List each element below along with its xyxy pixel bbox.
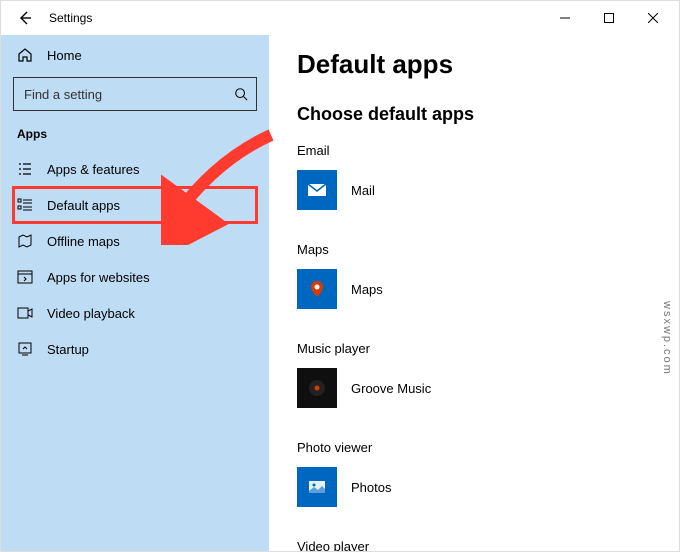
default-app-category-maps: Maps Maps <box>297 242 651 329</box>
mail-icon <box>297 170 337 210</box>
sidebar-item-label: Startup <box>47 342 89 357</box>
page-subheading: Choose default apps <box>297 104 651 125</box>
back-button[interactable] <box>5 1 45 35</box>
app-name: Mail <box>351 183 375 198</box>
window-title: Settings <box>49 11 92 25</box>
minimize-icon <box>560 13 570 23</box>
sidebar-item-label: Default apps <box>47 198 120 213</box>
back-arrow-icon <box>17 10 33 26</box>
default-app-category-photo: Photo viewer Photos <box>297 440 651 527</box>
minimize-button[interactable] <box>543 1 587 35</box>
maximize-icon <box>604 13 614 23</box>
default-app-category-video: Video player Films & TV <box>297 539 651 551</box>
sidebar-item-apps-features[interactable]: Apps & features <box>13 151 257 187</box>
startup-icon <box>17 341 33 357</box>
watermark: wsxwp.com <box>661 301 673 376</box>
sidebar-item-startup[interactable]: Startup <box>13 331 257 367</box>
titlebar: Settings <box>1 1 679 35</box>
main-content: Default apps Choose default apps Email M… <box>269 35 679 551</box>
category-label: Music player <box>297 341 651 356</box>
app-name: Maps <box>351 282 383 297</box>
close-button[interactable] <box>631 1 675 35</box>
category-label: Maps <box>297 242 651 257</box>
default-app-category-music: Music player Groove Music <box>297 341 651 428</box>
maximize-button[interactable] <box>587 1 631 35</box>
sidebar-item-label: Video playback <box>47 306 135 321</box>
category-label: Email <box>297 143 651 158</box>
home-icon <box>17 47 33 63</box>
app-name: Photos <box>351 480 391 495</box>
close-icon <box>648 13 658 23</box>
app-tile-mail[interactable]: Mail <box>297 168 651 230</box>
app-name: Groove Music <box>351 381 431 396</box>
apps-websites-icon <box>17 269 33 285</box>
sidebar-section-header: Apps <box>13 127 257 151</box>
sidebar-home[interactable]: Home <box>13 41 257 73</box>
default-app-category-email: Email Mail <box>297 143 651 230</box>
category-label: Photo viewer <box>297 440 651 455</box>
photos-icon <box>297 467 337 507</box>
window-controls <box>543 1 675 35</box>
sidebar-home-label: Home <box>47 48 82 63</box>
sidebar-item-label: Offline maps <box>47 234 120 249</box>
sidebar-item-label: Apps & features <box>47 162 140 177</box>
search-input[interactable] <box>22 86 234 103</box>
list-icon <box>17 161 33 177</box>
video-icon <box>17 305 33 321</box>
map-pin-icon <box>297 269 337 309</box>
app-tile-maps[interactable]: Maps <box>297 267 651 329</box>
search-icon <box>234 87 248 101</box>
sidebar-item-default-apps[interactable]: Default apps <box>13 187 257 223</box>
sidebar-item-video-playback[interactable]: Video playback <box>13 295 257 331</box>
sidebar-item-offline-maps[interactable]: Offline maps <box>13 223 257 259</box>
app-tile-groove[interactable]: Groove Music <box>297 366 651 428</box>
sidebar-item-label: Apps for websites <box>47 270 150 285</box>
default-apps-icon <box>17 197 33 213</box>
category-label: Video player <box>297 539 651 551</box>
groove-icon <box>297 368 337 408</box>
app-tile-photos[interactable]: Photos <box>297 465 651 527</box>
page-title: Default apps <box>297 49 651 80</box>
map-icon <box>17 233 33 249</box>
search-box[interactable] <box>13 77 257 111</box>
sidebar: Home Apps Apps & features Default apps O… <box>1 35 269 551</box>
window-body: Home Apps Apps & features Default apps O… <box>1 35 679 551</box>
sidebar-item-apps-for-websites[interactable]: Apps for websites <box>13 259 257 295</box>
